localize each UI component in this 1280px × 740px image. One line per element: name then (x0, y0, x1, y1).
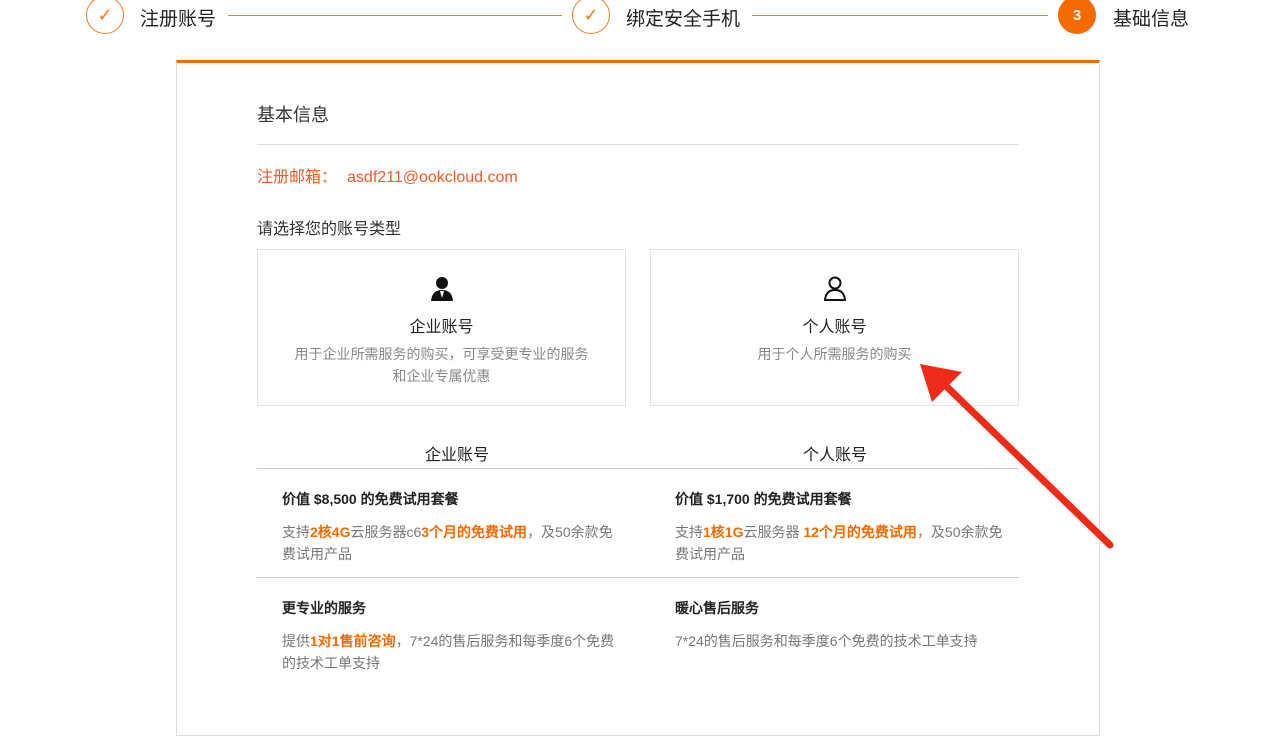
red-arrow-annotation (920, 364, 1114, 549)
